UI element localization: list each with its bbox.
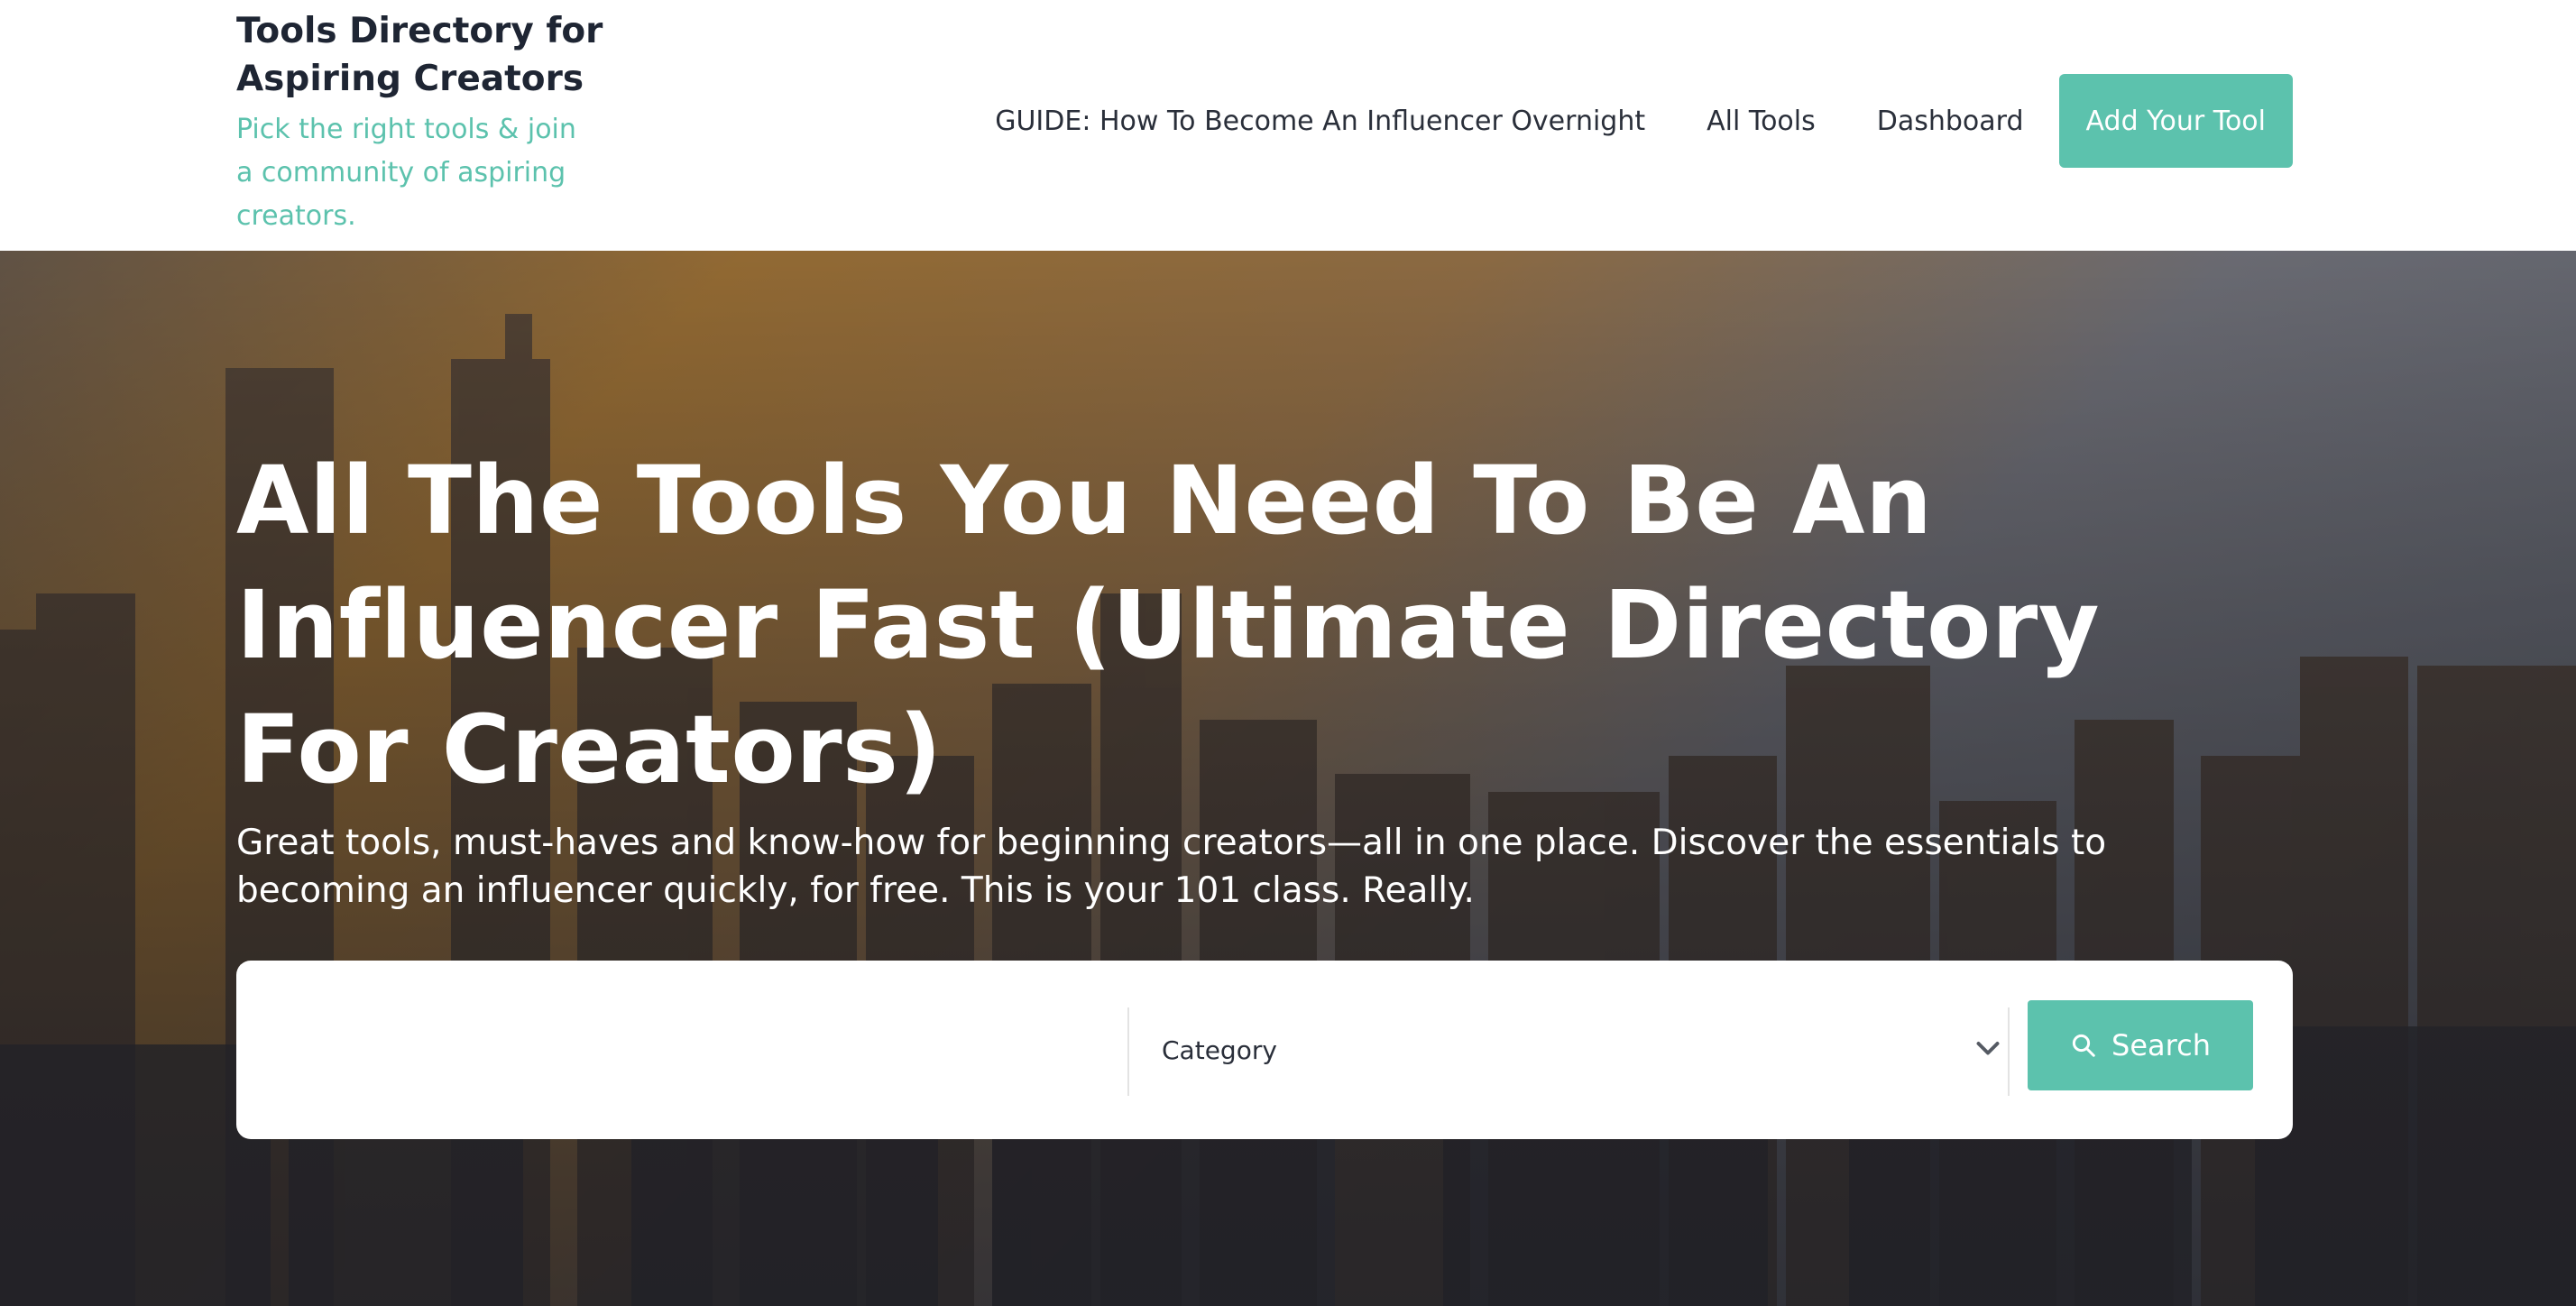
search-button[interactable]: Search: [2028, 1000, 2253, 1090]
hero-title: All The Tools You Need To Be An Influenc…: [236, 446, 2101, 805]
site-header: Tools Directory for Aspiring Creators Pi…: [0, 0, 2576, 251]
category-select-value: Category: [1162, 1035, 1277, 1065]
chevron-down-icon: [1976, 1042, 2000, 1055]
hero-subtitle: Great tools, must-haves and know-how for…: [236, 823, 2107, 911]
main-nav: GUIDE: How To Become An Influencer Overn…: [995, 74, 2293, 168]
category-select[interactable]: Category: [1129, 1006, 2004, 1094]
brand: Tools Directory for Aspiring Creators Pi…: [236, 7, 615, 238]
nav-link-guide[interactable]: GUIDE: How To Become An Influencer Overn…: [995, 106, 1645, 137]
add-your-tool-button[interactable]: Add Your Tool: [2058, 74, 2293, 168]
search-divider: [2008, 1007, 2010, 1096]
search-form: Category Search: [236, 961, 2293, 1139]
nav-link-all-tools[interactable]: All Tools: [1707, 106, 1816, 137]
hero: All The Tools You Need To Be An Influenc…: [0, 251, 2576, 1306]
search-icon: [2072, 1034, 2095, 1057]
keyword-search-input[interactable]: [263, 1006, 1102, 1094]
site-tagline: Pick the right tools & join a community …: [236, 114, 576, 232]
search-button-label: Search: [2111, 1028, 2211, 1062]
site-title[interactable]: Tools Directory for Aspiring Creators: [236, 7, 615, 103]
nav-link-dashboard[interactable]: Dashboard: [1877, 106, 2024, 137]
